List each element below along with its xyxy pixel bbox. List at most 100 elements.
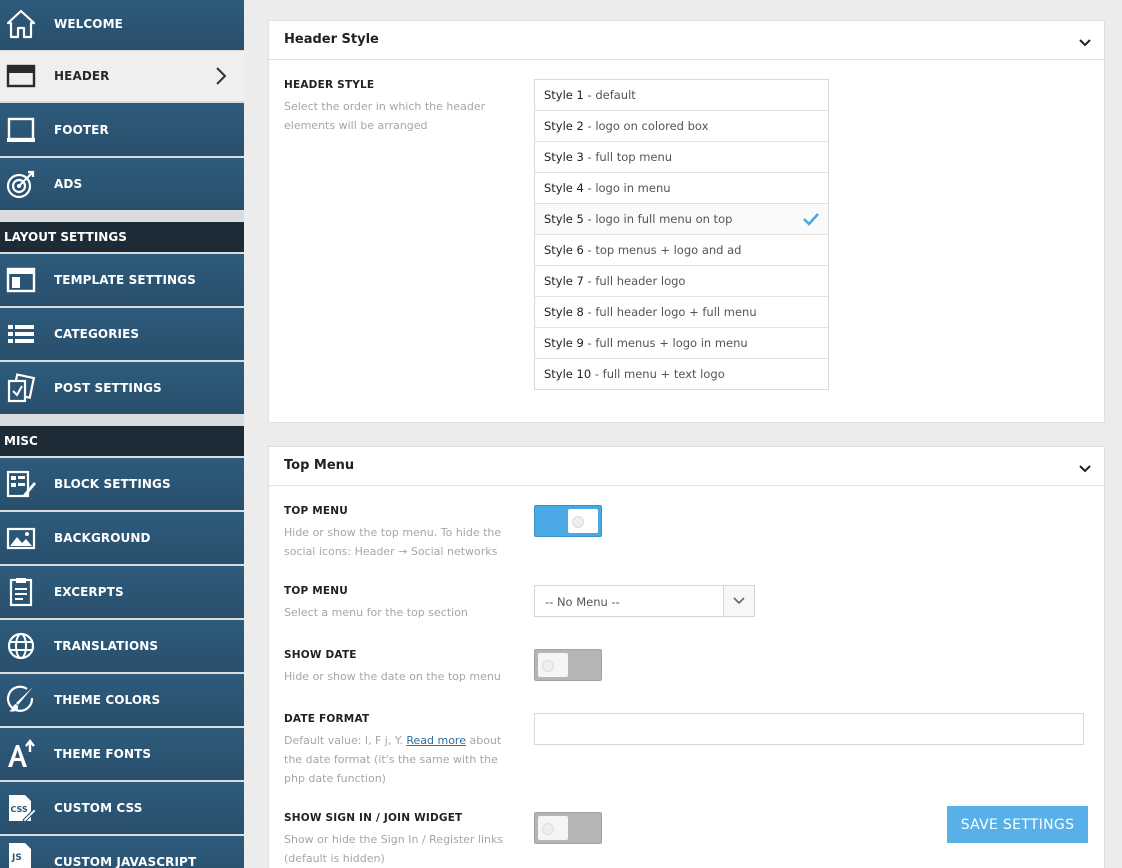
sidebar-item-footer[interactable]: FOOTER: [0, 103, 244, 156]
header-style-option[interactable]: Style 2 - logo on colored box: [535, 110, 828, 141]
sidebar: WELCOME HEADER FOOTER ADS LAYOUT SETTING…: [0, 0, 244, 868]
chevron-down-icon[interactable]: [1078, 34, 1092, 47]
sidebar-item-label: BLOCK SETTINGS: [54, 477, 171, 491]
read-more-link[interactable]: Read more: [406, 734, 466, 747]
sidebar-item-theme-colors[interactable]: THEME COLORS: [0, 674, 244, 726]
panel-header[interactable]: Top Menu: [269, 447, 1104, 486]
date-format-input[interactable]: [534, 713, 1084, 745]
style-description: - full menu + text logo: [591, 367, 725, 381]
js-icon: JS: [5, 840, 37, 868]
sidebar-item-welcome[interactable]: WELCOME: [0, 0, 244, 50]
header-style-option[interactable]: Style 7 - full header logo: [535, 265, 828, 296]
style-name: Style 7: [544, 274, 584, 288]
sidebar-item-ads[interactable]: ADS: [0, 158, 244, 210]
header-style-option[interactable]: Style 6 - top menus + logo and ad: [535, 234, 828, 265]
css-icon: CSS: [5, 792, 37, 824]
top-menu-select[interactable]: -- No Menu --: [534, 585, 755, 617]
toggle-knob: [538, 653, 568, 677]
header-icon: [5, 60, 37, 92]
sidebar-item-label: THEME COLORS: [54, 693, 161, 707]
panel-title: Top Menu: [284, 458, 355, 473]
sign-in-label: SHOW SIGN IN / JOIN WIDGET: [284, 812, 463, 824]
select-arrow[interactable]: [723, 586, 754, 616]
image-icon: [5, 522, 37, 554]
panel-title: Header Style: [284, 32, 379, 47]
style-description: - logo in full menu on top: [583, 212, 733, 226]
sidebar-item-excerpts[interactable]: EXCERPTS: [0, 566, 244, 618]
style-name: Style 6: [544, 243, 584, 257]
show-date-description: Hide or show the date on the top menu: [284, 670, 501, 683]
sidebar-item-theme-fonts[interactable]: THEME FONTS: [0, 728, 244, 780]
sidebar-item-label: FOOTER: [54, 122, 109, 137]
target-icon: [5, 168, 37, 200]
style-name: Style 5: [544, 212, 584, 226]
home-icon: [5, 8, 37, 40]
header-style-option[interactable]: Style 1 - default: [535, 80, 828, 110]
brush-icon: [5, 684, 37, 716]
sidebar-item-label: EXCERPTS: [54, 585, 124, 599]
sidebar-item-template-settings[interactable]: TEMPLATE SETTINGS: [0, 254, 244, 306]
style-name: Style 10: [544, 367, 592, 381]
style-description: - full header logo: [583, 274, 686, 288]
sidebar-item-post-settings[interactable]: POST SETTINGS: [0, 362, 244, 414]
sidebar-item-header[interactable]: HEADER: [0, 51, 244, 101]
chevron-down-icon[interactable]: [1078, 460, 1092, 473]
date-format-label: DATE FORMAT: [284, 713, 370, 725]
sign-in-description: Show or hide the Sign In / Register link…: [284, 833, 504, 865]
sidebar-item-label: HEADER: [54, 69, 110, 83]
sidebar-item-custom-javascript[interactable]: JS CUSTOM JAVASCRIPT: [0, 836, 244, 868]
option-description: Select the order in which the header ele…: [284, 100, 486, 132]
header-style-option[interactable]: Style 9 - full menus + logo in menu: [535, 327, 828, 358]
template-icon: [5, 264, 37, 296]
checkmark-icon: [802, 211, 820, 227]
sidebar-item-translations[interactable]: TRANSLATIONS: [0, 620, 244, 672]
select-value: -- No Menu --: [545, 595, 620, 609]
top-menu-label: TOP MENU: [284, 505, 348, 517]
style-name: Style 4: [544, 181, 584, 195]
sidebar-item-label: CUSTOM CSS: [54, 801, 143, 815]
sidebar-item-custom-css[interactable]: CSS CUSTOM CSS: [0, 782, 244, 834]
sidebar-item-label: ADS: [54, 177, 83, 191]
header-style-option[interactable]: Style 5 - logo in full menu on top: [535, 203, 828, 234]
header-style-option[interactable]: Style 3 - full top menu: [535, 141, 828, 172]
style-name: Style 9: [544, 336, 584, 350]
sidebar-item-label: CUSTOM JAVASCRIPT: [54, 855, 197, 868]
sidebar-item-background[interactable]: BACKGROUND: [0, 512, 244, 564]
sidebar-item-label: WELCOME: [54, 17, 123, 31]
sign-in-toggle[interactable]: [534, 812, 602, 844]
style-description: - full header logo + full menu: [583, 305, 757, 319]
svg-text:CSS: CSS: [11, 805, 28, 814]
style-name: Style 3: [544, 150, 584, 164]
save-settings-button[interactable]: SAVE SETTINGS: [947, 806, 1088, 843]
chevron-right-icon: [213, 66, 229, 86]
style-description: - logo on colored box: [583, 119, 709, 133]
globe-icon: [5, 630, 37, 662]
style-description: - full menus + logo in menu: [583, 336, 748, 350]
sidebar-item-label: THEME FONTS: [54, 747, 152, 761]
show-date-toggle[interactable]: [534, 649, 602, 681]
style-description: - top menus + logo and ad: [583, 243, 742, 257]
style-description: - full top menu: [583, 150, 673, 164]
style-description: - logo in menu: [583, 181, 671, 195]
footer-icon: [5, 114, 37, 146]
style-description: - default: [583, 88, 636, 102]
block-settings-icon: [5, 468, 37, 500]
option-label: HEADER STYLE: [284, 79, 375, 91]
header-style-option[interactable]: Style 8 - full header logo + full menu: [535, 296, 828, 327]
style-name: Style 1: [544, 88, 584, 102]
top-menu-select-label: TOP MENU: [284, 585, 348, 597]
sidebar-item-label: CATEGORIES: [54, 327, 140, 341]
header-style-option[interactable]: Style 10 - full menu + text logo: [535, 358, 828, 389]
sidebar-item-label: TEMPLATE SETTINGS: [54, 273, 196, 287]
section-heading-layout: LAYOUT SETTINGS: [0, 222, 244, 252]
panel-header[interactable]: Header Style: [269, 21, 1104, 60]
show-date-label: SHOW DATE: [284, 649, 357, 661]
top-menu-toggle[interactable]: [534, 505, 602, 537]
header-style-option[interactable]: Style 4 - logo in menu: [535, 172, 828, 203]
posts-icon: [5, 372, 37, 404]
date-format-description: Default value: l, F j, Y. Read more abou…: [284, 731, 516, 788]
sidebar-item-categories[interactable]: CATEGORIES: [0, 308, 244, 360]
top-menu-panel: Top Menu TOP MENU Hide or show the top m…: [268, 446, 1105, 868]
document-icon: [5, 576, 37, 608]
sidebar-item-block-settings[interactable]: BLOCK SETTINGS: [0, 458, 244, 510]
